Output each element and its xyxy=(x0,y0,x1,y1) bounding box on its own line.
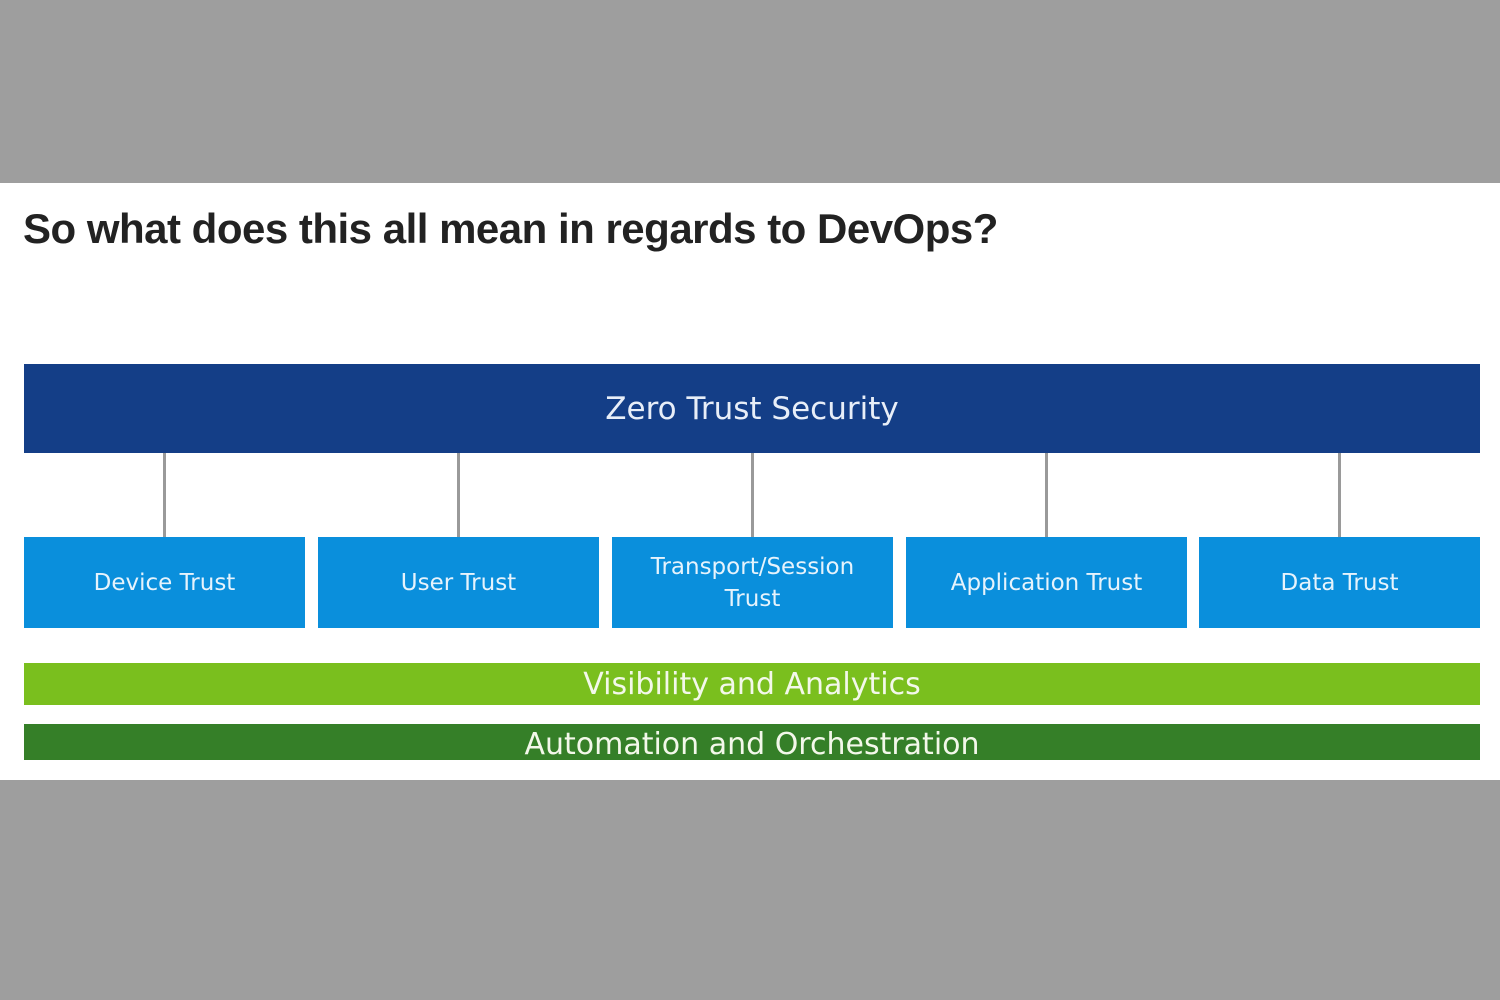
zero-trust-security-label: Zero Trust Security xyxy=(605,390,899,427)
connector-line xyxy=(1338,453,1341,537)
visibility-analytics-band: Visibility and Analytics xyxy=(24,663,1480,705)
pillar-transport-session-trust: Transport/Session Trust xyxy=(612,537,893,628)
section-heading: So what does this all mean in regards to… xyxy=(23,205,998,252)
band-label: Visibility and Analytics xyxy=(583,666,921,702)
zero-trust-security-box: Zero Trust Security xyxy=(24,364,1480,453)
pillar-label: Transport/Session Trust xyxy=(650,553,855,612)
pillar-user-trust: User Trust xyxy=(318,537,599,628)
band-label: Automation and Orchestration xyxy=(524,727,980,760)
connector-line xyxy=(457,453,460,537)
automation-orchestration-band: Automation and Orchestration xyxy=(24,724,1480,760)
pillar-data-trust: Data Trust xyxy=(1199,537,1480,628)
pillar-application-trust: Application Trust xyxy=(906,537,1187,628)
pillar-device-trust: Device Trust xyxy=(24,537,305,628)
connector-line xyxy=(1045,453,1048,537)
content-panel: So what does this all mean in regards to… xyxy=(0,183,1500,780)
pillar-label: Data Trust xyxy=(1280,569,1399,596)
pillar-label: Device Trust xyxy=(93,569,236,596)
connector-line xyxy=(163,453,166,537)
connector-line xyxy=(751,453,754,537)
pillar-label: Application Trust xyxy=(950,569,1143,596)
pillar-label: User Trust xyxy=(400,569,517,596)
